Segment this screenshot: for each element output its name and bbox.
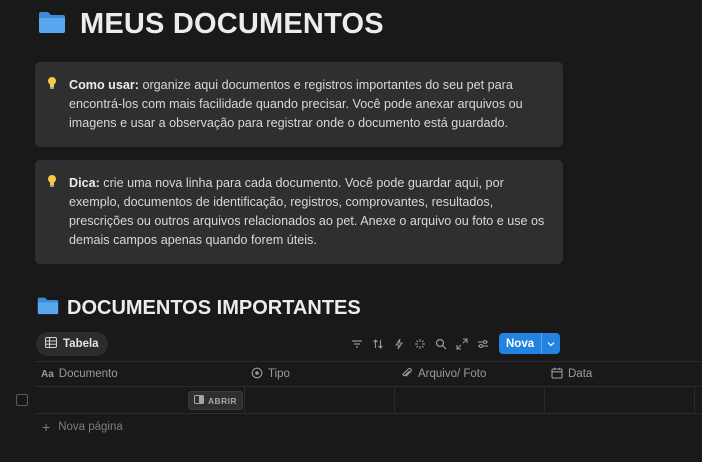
column-divider — [694, 386, 695, 413]
page-title-row: MEUS DOCUMENTOS — [38, 8, 384, 41]
ai-sparkle-icon[interactable] — [413, 337, 427, 351]
database-title-row: DOCUMENTOS IMPORTANTES — [37, 296, 361, 320]
settings-sliders-icon[interactable] — [476, 337, 490, 351]
column-header-documento[interactable]: Aa Documento — [41, 362, 118, 386]
column-divider — [394, 386, 395, 413]
sort-icon[interactable] — [371, 337, 385, 351]
callout-tip[interactable]: Dica: crie uma nova linha para cada docu… — [35, 160, 563, 264]
automation-bolt-icon[interactable] — [392, 337, 406, 351]
text-icon: Aa — [41, 368, 54, 380]
calendar-icon — [551, 367, 563, 382]
database-toolbar — [350, 334, 490, 354]
new-button-label[interactable]: Nova — [499, 333, 541, 354]
plus-icon: + — [42, 419, 51, 435]
column-header-data[interactable]: Data — [551, 362, 592, 386]
table-header: Aa Documento Tipo Arquivo/ Foto Data — [35, 361, 702, 387]
callout-text: crie uma nova linha para cada documento.… — [69, 176, 545, 247]
folder-icon — [38, 10, 66, 39]
lightbulb-icon — [47, 76, 57, 95]
row-checkbox[interactable] — [16, 394, 28, 406]
callout-label: Dica: — [69, 176, 100, 190]
filter-icon[interactable] — [350, 337, 364, 351]
column-divider — [244, 386, 245, 413]
new-page-button[interactable]: + Nova página — [42, 419, 123, 435]
open-page-button[interactable]: ABRIR — [188, 391, 243, 410]
chevron-down-icon[interactable] — [541, 333, 560, 354]
column-label: Data — [568, 368, 593, 380]
callout-label: Como usar: — [69, 78, 139, 92]
lightbulb-icon — [47, 174, 57, 193]
side-peek-icon — [194, 395, 204, 406]
tab-label: Tabela — [63, 338, 99, 350]
column-label: Arquivo/ Foto — [418, 368, 487, 380]
column-header-tipo[interactable]: Tipo — [251, 362, 290, 386]
page: MEUS DOCUMENTOS Como usar: organize aqui… — [0, 0, 702, 462]
new-button[interactable]: Nova — [499, 333, 561, 354]
tab-tabela[interactable]: Tabela — [36, 332, 108, 356]
paperclip-icon — [401, 367, 413, 382]
new-page-label: Nova página — [58, 421, 123, 433]
callout-how-to-use[interactable]: Como usar: organize aqui documentos e re… — [35, 62, 563, 147]
column-divider — [544, 386, 545, 413]
database-title: DOCUMENTOS IMPORTANTES — [67, 296, 361, 319]
column-header-arquivo[interactable]: Arquivo/ Foto — [401, 362, 486, 386]
column-label: Documento — [58, 368, 118, 380]
table-icon — [45, 337, 57, 351]
column-label: Tipo — [268, 368, 290, 380]
status-icon — [251, 367, 263, 382]
folder-icon — [37, 296, 59, 320]
open-label: ABRIR — [208, 395, 237, 406]
table-row[interactable] — [35, 386, 702, 414]
search-icon[interactable] — [434, 337, 448, 351]
page-title: MEUS DOCUMENTOS — [80, 8, 384, 40]
expand-icon[interactable] — [455, 337, 469, 351]
